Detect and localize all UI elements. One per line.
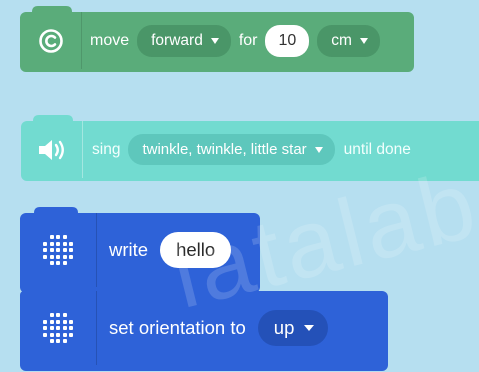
sing-label: sing bbox=[92, 140, 121, 158]
direction-dropdown[interactable]: forward bbox=[137, 24, 231, 57]
orientation-value: up bbox=[273, 317, 295, 338]
direction-value: forward bbox=[151, 31, 203, 49]
display-category-cell bbox=[20, 291, 97, 365]
set-orientation-label: set orientation to bbox=[109, 317, 246, 338]
song-value: twinkle, twinkle, little star bbox=[142, 141, 307, 158]
write-label: write bbox=[109, 239, 149, 260]
led-matrix-icon bbox=[43, 313, 73, 343]
distance-input[interactable]: 10 bbox=[265, 24, 310, 57]
unit-dropdown[interactable]: cm bbox=[317, 24, 380, 57]
block-notch bbox=[33, 115, 73, 124]
text-input[interactable]: hello bbox=[160, 232, 232, 268]
until-done-label: until done bbox=[343, 140, 411, 158]
block-notch bbox=[34, 207, 78, 216]
speaker-icon bbox=[38, 139, 64, 160]
song-dropdown[interactable]: twinkle, twinkle, little star bbox=[128, 134, 335, 165]
unit-value: cm bbox=[331, 31, 352, 49]
chevron-down-icon bbox=[304, 325, 315, 331]
write-block[interactable]: write hello bbox=[20, 207, 260, 293]
move-label: move bbox=[90, 31, 130, 49]
chevron-down-icon bbox=[314, 146, 323, 153]
sing-block[interactable]: sing twinkle, twinkle, little star until… bbox=[21, 115, 479, 181]
motion-category-cell bbox=[20, 12, 82, 69]
display-category-cell bbox=[20, 213, 97, 287]
orientation-dropdown[interactable]: up bbox=[257, 310, 329, 346]
move-block[interactable]: move forward for 10 cm bbox=[20, 6, 414, 72]
block-notch bbox=[32, 6, 72, 15]
led-matrix-icon bbox=[43, 235, 73, 265]
copyright-icon bbox=[38, 28, 63, 53]
set-orientation-block[interactable]: set orientation to up bbox=[20, 291, 388, 371]
chevron-down-icon bbox=[210, 37, 219, 44]
sound-category-cell bbox=[21, 121, 83, 178]
for-label: for bbox=[238, 31, 258, 49]
chevron-down-icon bbox=[359, 37, 368, 44]
